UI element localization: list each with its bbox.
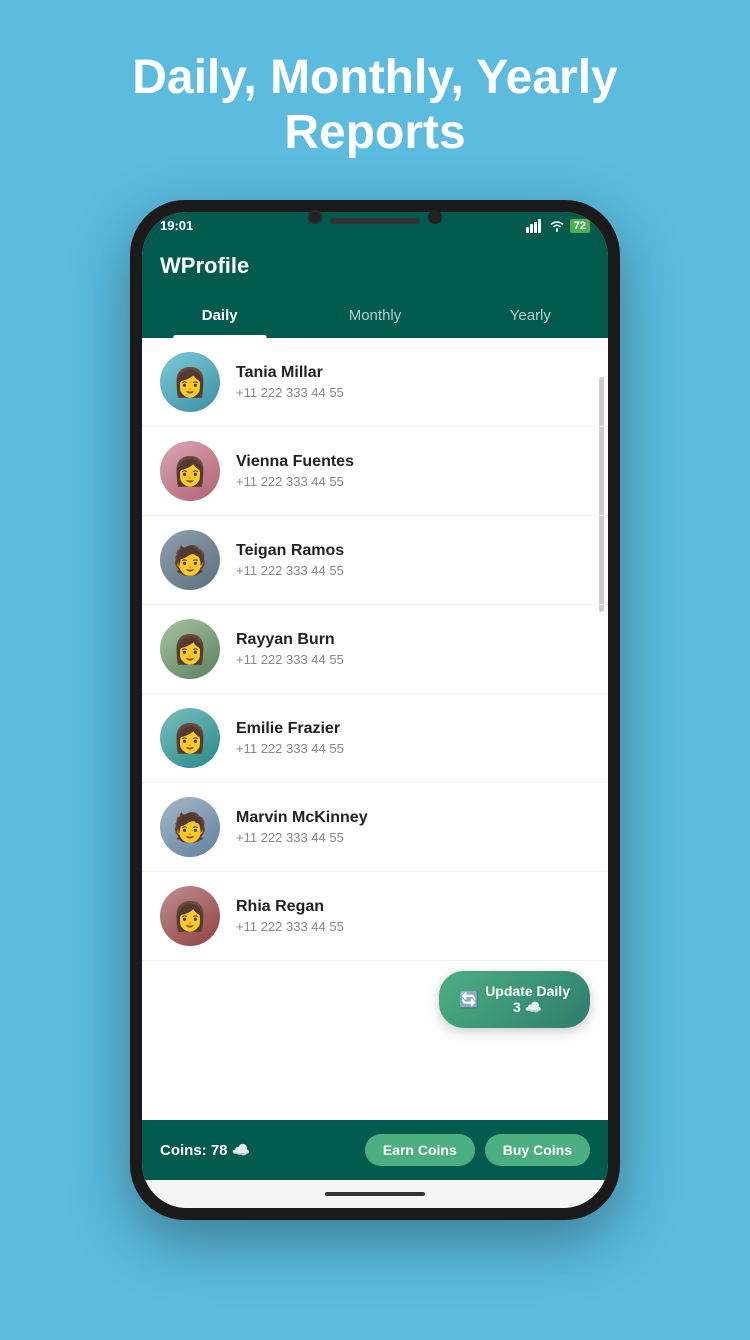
coins-display: Coins: 78 ☁️	[160, 1141, 250, 1159]
contact-name: Teigan Ramos	[236, 542, 590, 560]
contact-info: Teigan Ramos +11 222 333 44 55	[236, 542, 590, 578]
tab-bar: Daily Monthly Yearly	[142, 293, 608, 338]
signal-icon	[526, 219, 544, 233]
phone-nav-bar	[142, 1180, 608, 1208]
avatar: 👩	[160, 352, 220, 412]
contact-info: Marvin McKinney +11 222 333 44 55	[236, 809, 590, 845]
contact-item[interactable]: 🧑 Marvin McKinney +11 222 333 44 55	[142, 783, 608, 872]
contact-phone: +11 222 333 44 55	[236, 919, 590, 934]
contact-item[interactable]: 👩 Vienna Fuentes +11 222 333 44 55	[142, 427, 608, 516]
bottom-buttons: Earn Coins Buy Coins	[365, 1134, 590, 1166]
refresh-icon: 🔄	[459, 990, 479, 1010]
contact-item[interactable]: 👩 Rayyan Burn +11 222 333 44 55	[142, 605, 608, 694]
avatar: 👩	[160, 708, 220, 768]
contact-name: Rhia Regan	[236, 898, 590, 916]
contact-phone: +11 222 333 44 55	[236, 474, 590, 489]
contact-name: Emilie Frazier	[236, 720, 590, 738]
tab-monthly[interactable]: Monthly	[297, 293, 452, 338]
contact-item[interactable]: 🧑 Teigan Ramos +11 222 333 44 55	[142, 516, 608, 605]
page-title: Daily, Monthly, YearlyReports	[92, 50, 658, 160]
contact-name: Rayyan Burn	[236, 631, 590, 649]
contact-info: Vienna Fuentes +11 222 333 44 55	[236, 453, 590, 489]
status-time: 19:01	[160, 218, 193, 233]
contact-phone: +11 222 333 44 55	[236, 563, 590, 578]
tab-daily[interactable]: Daily	[142, 293, 297, 338]
contact-item[interactable]: 👩 Tania Millar +11 222 333 44 55	[142, 338, 608, 427]
contact-item[interactable]: 👩 Rhia Regan +11 222 333 44 55	[142, 872, 608, 961]
avatar: 🧑	[160, 530, 220, 590]
contact-phone: +11 222 333 44 55	[236, 652, 590, 667]
app-bar: WProfile	[142, 239, 608, 293]
phone-screen: 19:01 72	[142, 212, 608, 1208]
avatar: 🧑	[160, 797, 220, 857]
contact-phone: +11 222 333 44 55	[236, 830, 590, 845]
contact-name: Marvin McKinney	[236, 809, 590, 827]
avatar: 👩	[160, 886, 220, 946]
contact-phone: +11 222 333 44 55	[236, 741, 590, 756]
contact-info: Emilie Frazier +11 222 333 44 55	[236, 720, 590, 756]
update-daily-label: Update Daily 3 ☁️	[485, 983, 570, 1016]
avatar: 👩	[160, 619, 220, 679]
app-name: WProfile	[160, 253, 249, 279]
status-bar: 19:01 72	[142, 212, 608, 239]
nav-bar-indicator	[325, 1192, 425, 1196]
contact-name: Tania Millar	[236, 364, 590, 382]
tab-yearly[interactable]: Yearly	[453, 293, 608, 338]
contact-info: Rhia Regan +11 222 333 44 55	[236, 898, 590, 934]
contact-info: Tania Millar +11 222 333 44 55	[236, 364, 590, 400]
update-daily-button[interactable]: 🔄 Update Daily 3 ☁️	[439, 971, 590, 1028]
status-icons: 72	[526, 219, 590, 233]
buy-coins-button[interactable]: Buy Coins	[485, 1134, 590, 1166]
contact-name: Vienna Fuentes	[236, 453, 590, 471]
contact-phone: +11 222 333 44 55	[236, 385, 590, 400]
contact-item[interactable]: 👩 Emilie Frazier +11 222 333 44 55	[142, 694, 608, 783]
contact-list: 👩 Tania Millar +11 222 333 44 55 👩 Vienn…	[142, 338, 608, 1120]
phone-frame: 19:01 72	[130, 200, 620, 1220]
battery-icon: 72	[570, 219, 590, 233]
contact-info: Rayyan Burn +11 222 333 44 55	[236, 631, 590, 667]
wifi-icon	[549, 219, 565, 232]
bottom-bar: Coins: 78 ☁️ Earn Coins Buy Coins	[142, 1120, 608, 1180]
avatar: 👩	[160, 441, 220, 501]
earn-coins-button[interactable]: Earn Coins	[365, 1134, 475, 1166]
